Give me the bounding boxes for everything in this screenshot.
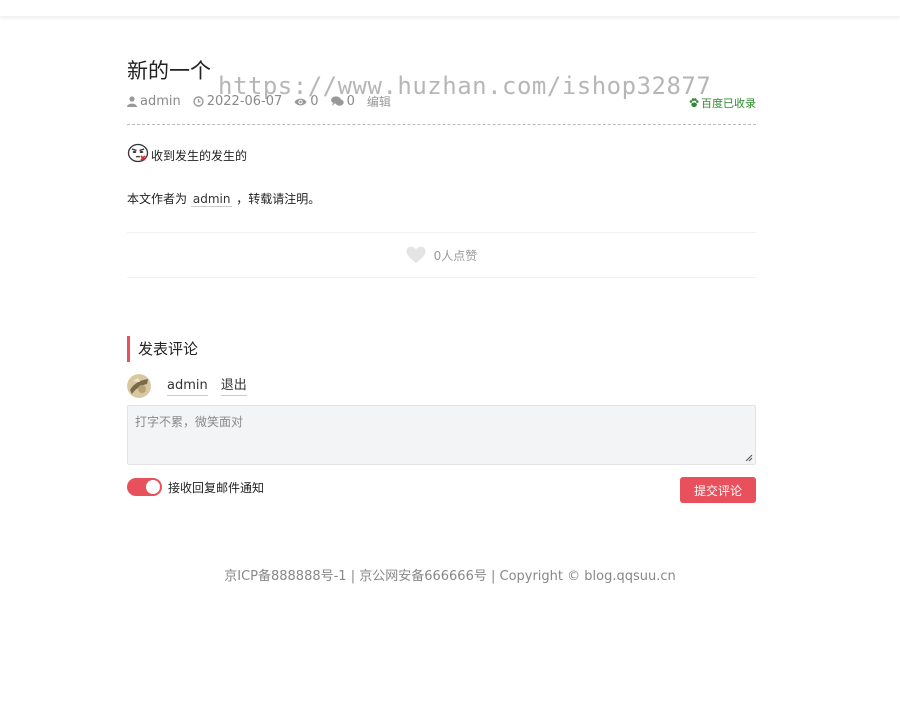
emoji-icon bbox=[127, 143, 149, 163]
meta-views-count: 0 bbox=[310, 94, 319, 109]
meta-date-text: 2022-06-07 bbox=[206, 94, 283, 109]
author-credit: 本文作者为 admin ，转载请注明。 bbox=[127, 190, 320, 207]
submit-comment-button[interactable]: 提交评论 bbox=[680, 477, 756, 503]
article-content: 收到发生的发生的 bbox=[151, 149, 248, 163]
paw-icon bbox=[689, 98, 699, 108]
email-notify-toggle[interactable] bbox=[127, 478, 162, 496]
meta-comments[interactable]: 0 bbox=[330, 94, 355, 109]
email-notify-label: 接收回复邮件通知 bbox=[168, 481, 265, 495]
heart-icon[interactable] bbox=[406, 246, 426, 264]
comment-icon bbox=[330, 96, 344, 106]
like-section: 0人点赞 bbox=[127, 232, 756, 278]
avatar bbox=[127, 374, 151, 398]
footer-copyright: 京ICP备888888号-1 | 京公网安备666666号 | Copyrigh… bbox=[224, 569, 676, 584]
eye-icon bbox=[294, 98, 307, 105]
article-meta: admin 2022-06-07 0 0 编辑 bbox=[127, 93, 391, 110]
comment-user-row: admin 退出 bbox=[127, 374, 247, 398]
credit-suffix: ，转载请注明。 bbox=[236, 192, 321, 206]
comment-textarea[interactable]: 打字不累，微笑面对 bbox=[127, 405, 756, 465]
clock-icon bbox=[193, 96, 204, 107]
meta-author[interactable]: admin bbox=[127, 94, 181, 109]
comment-user-link[interactable]: admin bbox=[167, 377, 208, 396]
title-divider bbox=[127, 124, 756, 125]
like-count: 0人点赞 bbox=[433, 248, 478, 263]
meta-views: 0 bbox=[294, 94, 319, 109]
credit-author-link[interactable]: admin bbox=[190, 192, 233, 207]
comment-placeholder: 打字不累，微笑面对 bbox=[135, 415, 244, 429]
meta-author-name: admin bbox=[140, 94, 181, 109]
baidu-index-status: 百度已收录 bbox=[689, 95, 756, 111]
toggle-knob bbox=[146, 480, 160, 494]
article-title: 新的一个 bbox=[127, 59, 211, 83]
edit-link[interactable]: 编辑 bbox=[367, 93, 391, 110]
baidu-status-text: 百度已收录 bbox=[701, 97, 756, 110]
comment-section-title: 发表评论 bbox=[127, 336, 198, 362]
meta-date: 2022-06-07 bbox=[193, 94, 283, 109]
resize-grip-icon[interactable] bbox=[745, 454, 753, 462]
credit-prefix: 本文作者为 bbox=[127, 192, 188, 206]
user-icon bbox=[127, 96, 137, 107]
logout-link[interactable]: 退出 bbox=[220, 377, 247, 396]
top-nav-bar bbox=[0, 0, 900, 16]
meta-comments-count: 0 bbox=[346, 94, 355, 109]
